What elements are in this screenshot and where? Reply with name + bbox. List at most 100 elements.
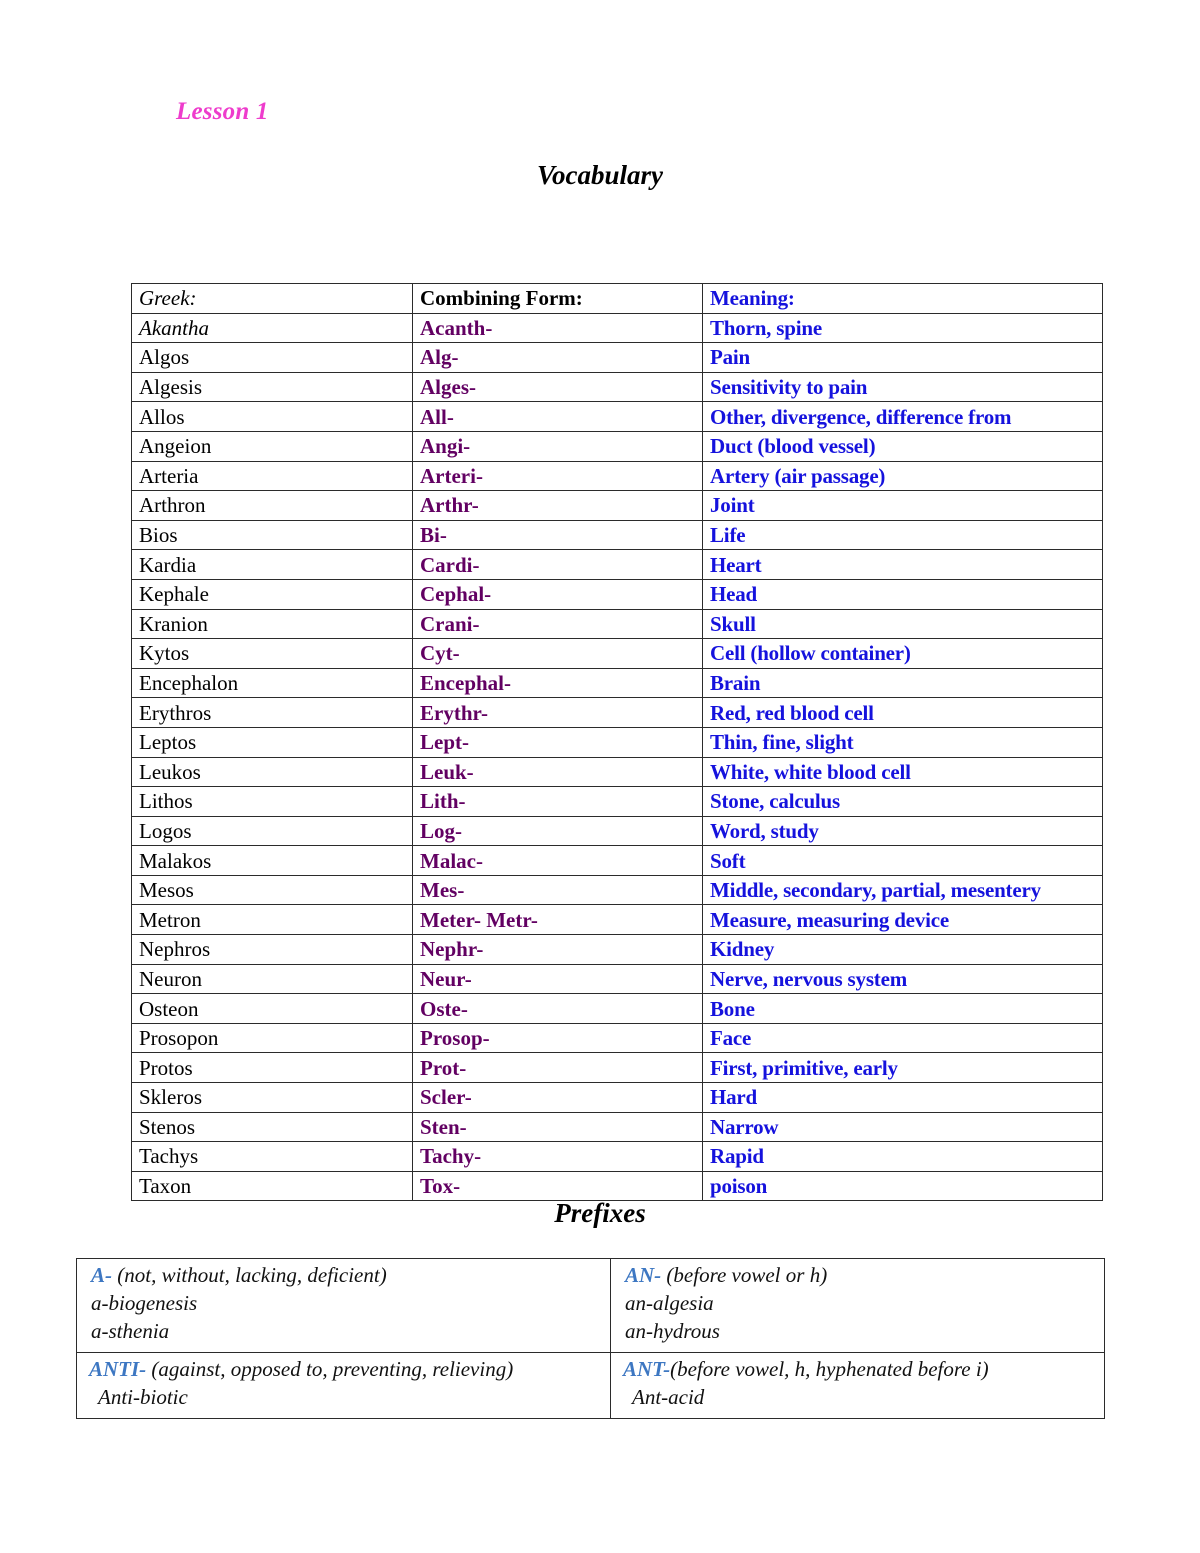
table-row: Kranion Crani- Skull bbox=[131, 608, 1103, 640]
cell-meaning: Brain bbox=[702, 667, 1103, 699]
cell-meaning: Duct (blood vessel) bbox=[702, 430, 1103, 462]
table-row: Prosopon Prosop- Face bbox=[131, 1022, 1103, 1054]
table-row: Algesis Alges- Sensitivity to pain bbox=[131, 371, 1103, 403]
cell-meaning: White, white blood cell bbox=[702, 756, 1103, 788]
prefix-definition-line: ANTI- (against, opposed to, preventing, … bbox=[89, 1356, 610, 1384]
table-row: Leptos Lept- Thin, fine, slight bbox=[131, 726, 1103, 758]
cell-greek: Mesos bbox=[131, 874, 413, 906]
cell-greek: Algos bbox=[131, 342, 413, 373]
table-row: Tachys Tachy- Rapid bbox=[131, 1141, 1103, 1172]
cell-meaning: Life bbox=[702, 519, 1103, 551]
prefix-example: a-biogenesis bbox=[91, 1290, 198, 1315]
cell-meaning: Kidney bbox=[702, 934, 1103, 965]
cell-form: Neur- bbox=[412, 963, 703, 995]
cell-meaning: Thorn, spine bbox=[702, 312, 1103, 344]
cell-meaning: poison bbox=[702, 1170, 1103, 1202]
vocabulary-table: Greek: Combining Form: Meaning: Akantha … bbox=[131, 283, 1103, 1202]
cell-greek: Kardia bbox=[131, 549, 413, 580]
table-header-row: Greek: Combining Form: Meaning: bbox=[131, 283, 1103, 314]
cell-greek: Stenos bbox=[131, 1111, 413, 1143]
cell-meaning: Red, red blood cell bbox=[702, 697, 1103, 728]
cell-form: Prosop- bbox=[412, 1022, 703, 1054]
cell-greek: Arteria bbox=[131, 460, 413, 492]
cell-greek: Kranion bbox=[131, 608, 413, 640]
prefix-cell-an: AN- (before vowel or h) an-algesia an-hy… bbox=[610, 1258, 1105, 1353]
column-header-meaning: Meaning: bbox=[702, 283, 1103, 314]
cell-greek: Akantha bbox=[131, 312, 413, 344]
cell-greek: Skleros bbox=[131, 1082, 413, 1113]
cell-form: Arthr- bbox=[412, 490, 703, 521]
prefix-row: A- (not, without, lacking, deficient) a-… bbox=[76, 1258, 1105, 1353]
cell-greek: Neuron bbox=[131, 963, 413, 995]
vocabulary-heading: Vocabulary bbox=[536, 160, 663, 190]
cell-form: Crani- bbox=[412, 608, 703, 640]
cell-meaning: Thin, fine, slight bbox=[702, 726, 1103, 758]
cell-greek: Leptos bbox=[131, 726, 413, 758]
cell-form: Log- bbox=[412, 815, 703, 847]
cell-form: Malac- bbox=[412, 845, 703, 876]
cell-meaning: Pain bbox=[702, 342, 1103, 373]
table-row: Akantha Acanth- Thorn, spine bbox=[131, 312, 1103, 344]
table-row: Neuron Neur- Nerve, nervous system bbox=[131, 963, 1103, 995]
prefix-label: A- bbox=[91, 1263, 112, 1287]
cell-greek: Tachys bbox=[131, 1141, 413, 1172]
table-row: Kytos Cyt- Cell (hollow container) bbox=[131, 638, 1103, 669]
cell-form: Tox- bbox=[412, 1170, 703, 1202]
cell-form: Cardi- bbox=[412, 549, 703, 580]
cell-form: Scler- bbox=[412, 1082, 703, 1113]
prefix-label: ANTI- bbox=[89, 1356, 147, 1381]
cell-meaning: Rapid bbox=[702, 1141, 1103, 1172]
cell-form: Meter- Metr- bbox=[412, 904, 703, 936]
cell-greek: Algesis bbox=[131, 371, 413, 403]
prefix-example: an-algesia bbox=[625, 1290, 714, 1315]
table-row: Protos Prot- First, primitive, early bbox=[131, 1052, 1103, 1084]
cell-greek: Metron bbox=[131, 904, 413, 936]
table-row: Encephalon Encephal- Brain bbox=[131, 667, 1103, 699]
cell-form: Cephal- bbox=[412, 578, 703, 610]
cell-form: Prot- bbox=[412, 1052, 703, 1084]
cell-meaning: Bone bbox=[702, 993, 1103, 1024]
cell-greek: Protos bbox=[131, 1052, 413, 1084]
cell-form: Acanth- bbox=[412, 312, 703, 344]
cell-form: Angi- bbox=[412, 430, 703, 462]
document-page: Lesson 1 Vocabulary Greek: Combining For… bbox=[0, 0, 1200, 1553]
prefix-cell-anti: ANTI- (against, opposed to, preventing, … bbox=[76, 1351, 611, 1419]
cell-greek: Bios bbox=[131, 519, 413, 551]
cell-form: Lept- bbox=[412, 726, 703, 758]
cell-meaning: First, primitive, early bbox=[702, 1052, 1103, 1084]
prefix-definition: (not, without, lacking, deficient) bbox=[112, 1263, 387, 1287]
cell-form: Tachy- bbox=[412, 1141, 703, 1172]
cell-meaning: Word, study bbox=[702, 815, 1103, 847]
cell-meaning: Cell (hollow container) bbox=[702, 638, 1103, 669]
prefix-definition-line: A- (not, without, lacking, deficient) bbox=[91, 1262, 610, 1290]
cell-greek: Malakos bbox=[131, 845, 413, 876]
cell-form: Sten- bbox=[412, 1111, 703, 1143]
prefixes-table-body: A- (not, without, lacking, deficient) a-… bbox=[76, 1258, 1105, 1419]
cell-meaning: Skull bbox=[702, 608, 1103, 640]
prefix-example: a-sthenia bbox=[91, 1318, 170, 1343]
prefix-row: ANTI- (against, opposed to, preventing, … bbox=[76, 1351, 1105, 1419]
cell-form: Leuk- bbox=[412, 756, 703, 788]
cell-meaning: Head bbox=[702, 578, 1103, 610]
cell-meaning: Stone, calculus bbox=[702, 786, 1103, 817]
prefixes-table: A- (not, without, lacking, deficient) a-… bbox=[76, 1258, 1105, 1419]
prefix-example: Anti-biotic bbox=[98, 1384, 188, 1409]
cell-greek: Lithos bbox=[131, 786, 413, 817]
prefix-definition-line: AN- (before vowel or h) bbox=[625, 1262, 1104, 1290]
cell-form: Encephal- bbox=[412, 667, 703, 699]
table-row: Allos All- Other, divergence, difference… bbox=[131, 401, 1103, 432]
cell-greek: Angeion bbox=[131, 430, 413, 462]
cell-greek: Encephalon bbox=[131, 667, 413, 699]
cell-meaning: Hard bbox=[702, 1082, 1103, 1113]
table-row: Nephros Nephr- Kidney bbox=[131, 934, 1103, 965]
column-header-form: Combining Form: bbox=[412, 283, 703, 314]
prefix-example: an-hydrous bbox=[625, 1318, 720, 1343]
prefixes-heading: Prefixes bbox=[554, 1198, 646, 1228]
cell-form: Oste- bbox=[412, 993, 703, 1024]
prefix-definition: (before vowel or h) bbox=[661, 1263, 828, 1287]
prefix-example: Ant-acid bbox=[632, 1384, 705, 1409]
cell-greek: Leukos bbox=[131, 756, 413, 788]
cell-greek: Logos bbox=[131, 815, 413, 847]
cell-form: Alg- bbox=[412, 342, 703, 373]
table-row: Skleros Scler- Hard bbox=[131, 1082, 1103, 1113]
